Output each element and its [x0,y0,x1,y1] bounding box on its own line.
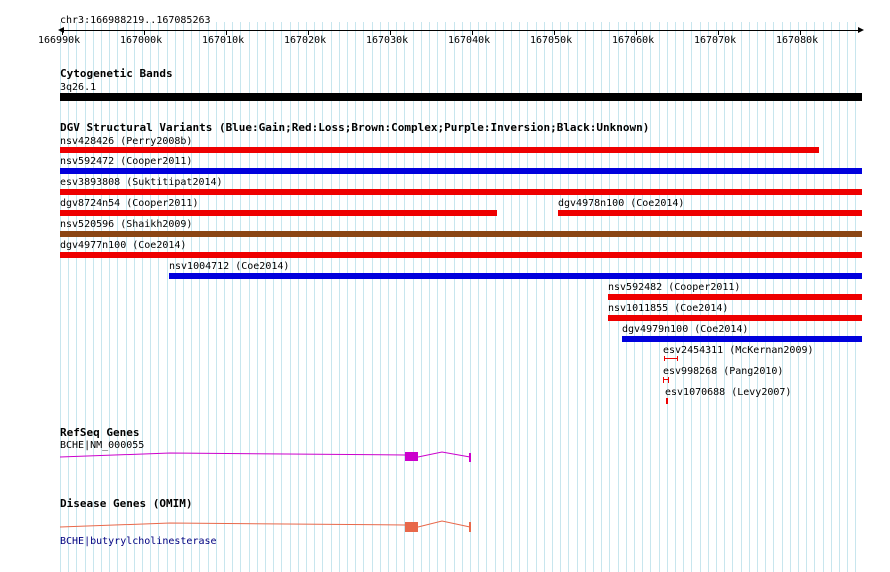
omim-gene-model[interactable] [0,0,890,572]
omim-gene-label[interactable]: BCHE|butyrylcholinesterase [60,536,217,547]
genome-browser: chr3:166988219..167085263 166990k 167000k… [0,0,890,572]
